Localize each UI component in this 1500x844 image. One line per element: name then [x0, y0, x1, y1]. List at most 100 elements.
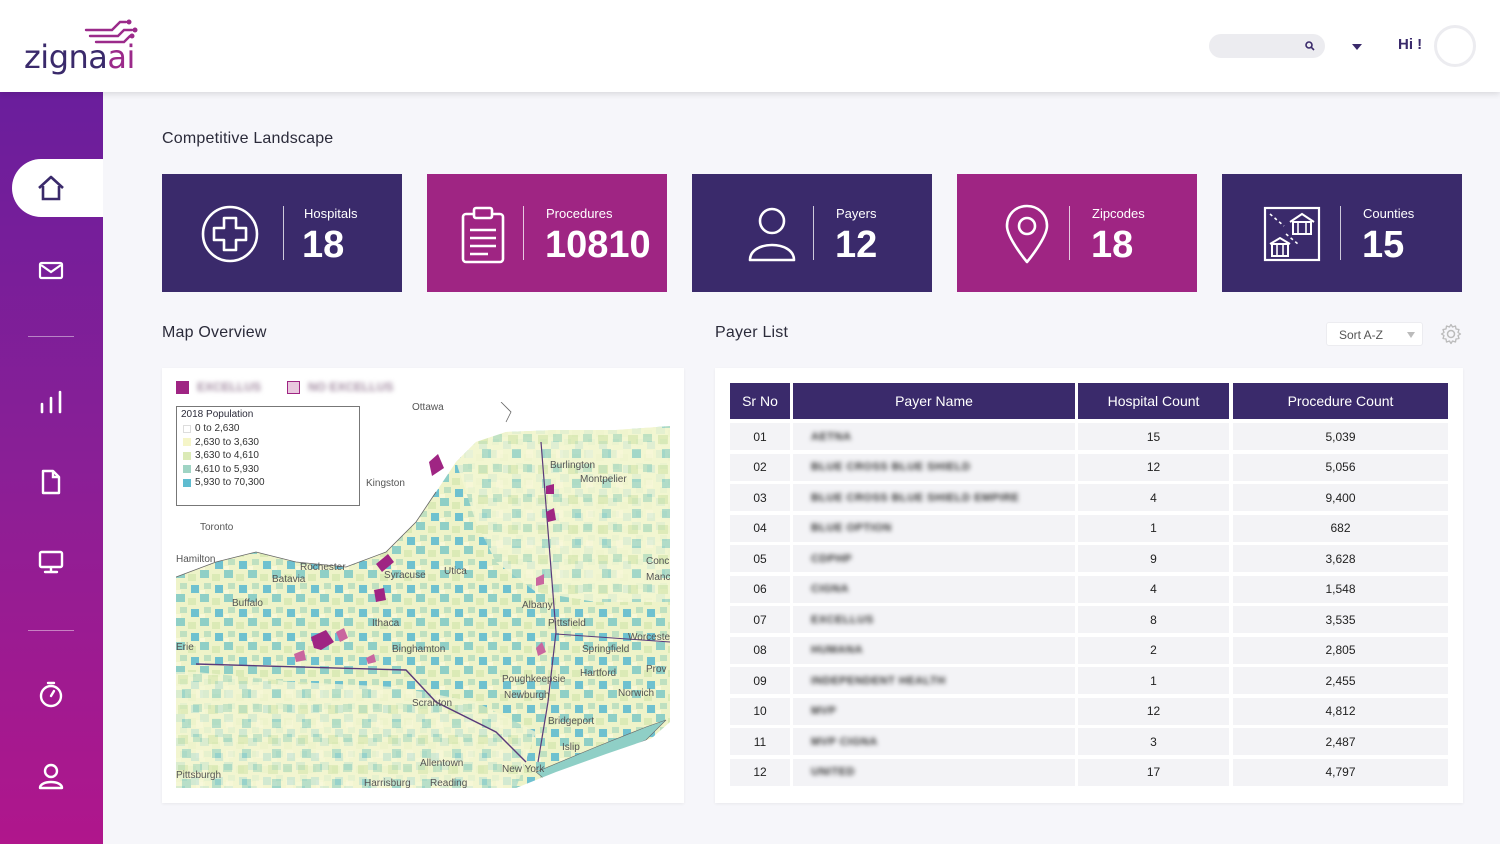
table-row[interactable]: 11 MVP CIGNA 3 2,487: [730, 728, 1448, 755]
cell-sr-no: 01: [730, 423, 790, 450]
column-header-hospital-count[interactable]: Hospital Count: [1078, 383, 1229, 419]
cell-procedure-count-text: 4,797: [1325, 765, 1356, 779]
table-row[interactable]: 04 BLUE OPTION 1 682: [730, 514, 1448, 542]
card-label: Hospitals: [304, 206, 358, 221]
cell-procedure-count: 1,548: [1233, 575, 1448, 603]
zigna-logo[interactable]: zignaai: [24, 18, 144, 76]
payer-table: Sr No Payer Name Hospital Count Procedur…: [715, 368, 1463, 803]
search-input[interactable]: [1209, 34, 1325, 58]
user-icon: [748, 207, 796, 262]
cell-payer-name-text: MVP: [811, 705, 837, 717]
cell-hospital-count: 12: [1078, 453, 1229, 481]
map-place-label: Norwich: [618, 688, 655, 699]
sidebar-item-profile[interactable]: [24, 756, 78, 796]
cell-payer-name: AETNA: [793, 423, 1075, 450]
cell-payer-name-text: AETNA: [811, 430, 852, 443]
table-row[interactable]: 08 HUMANA 2 2,805: [730, 636, 1448, 664]
cell-payer-name-text: BLUE OPTION: [811, 522, 892, 534]
cell-sr-no-text: 09: [753, 673, 767, 688]
legend-range-label: 3,630 to 4,610: [195, 450, 259, 462]
cell-payer-name: MVP CIGNA: [793, 728, 1075, 755]
stat-card-payers[interactable]: Payers 12: [692, 174, 932, 292]
map-place-label: Montpelier: [580, 474, 627, 485]
population-legend-row: 2,630 to 3,630: [181, 436, 355, 450]
card-label: Zipcodes: [1092, 206, 1145, 221]
dropdown-caret-icon[interactable]: [1352, 44, 1362, 50]
cell-hospital-count: 4: [1078, 484, 1229, 511]
cell-hospital-count-text: 3: [1150, 734, 1157, 749]
column-header-procedure-count[interactable]: Procedure Count: [1233, 383, 1448, 419]
table-row[interactable]: 01 AETNA 15 5,039: [730, 423, 1448, 450]
sidebar-item-timer[interactable]: [24, 674, 78, 714]
cell-hospital-count: 12: [1078, 697, 1229, 725]
legend-swatch: [176, 380, 189, 394]
sidebar-item-documents[interactable]: [24, 462, 78, 502]
sidebar-item-analytics[interactable]: [24, 382, 78, 422]
stat-card-hospitals[interactable]: Hospitals 18: [162, 174, 402, 292]
card-label: Payers: [836, 206, 877, 221]
card-value: 18: [1091, 224, 1134, 266]
cell-sr-no: 07: [730, 606, 790, 633]
cell-procedure-count: 2,455: [1233, 667, 1448, 694]
column-header-sr-no[interactable]: Sr No: [730, 383, 790, 419]
avatar[interactable]: [1434, 25, 1476, 67]
map-filter-legend: EXCELLUS NO EXCELLUS: [176, 380, 393, 394]
legend-range-label: 4,610 to 5,930: [195, 463, 259, 475]
map-place-label: Batavia: [272, 574, 306, 585]
cell-hospital-count-text: 12: [1146, 704, 1161, 718]
cell-procedure-count-text: 3,535: [1325, 612, 1356, 627]
table-row[interactable]: 10 MVP 12 4,812: [730, 697, 1448, 725]
map-place-label: Ithaca: [372, 618, 400, 629]
cell-sr-no: 09: [730, 667, 790, 694]
card-value: 10810: [545, 224, 651, 266]
sort-label: Sort A-Z: [1339, 328, 1384, 342]
card-separator: [1340, 206, 1341, 260]
cell-hospital-count: 9: [1078, 545, 1229, 572]
document-icon: [41, 469, 61, 495]
map-place-label: Conc: [646, 556, 670, 567]
table-row[interactable]: 12 UNITED 17 4,797: [730, 758, 1448, 786]
sidebar-item-messages[interactable]: [24, 250, 78, 290]
cell-payer-name-text: CIGNA: [811, 583, 849, 595]
column-header-payer-name[interactable]: Payer Name: [793, 383, 1075, 419]
top-header: zignaai Hi !: [0, 0, 1500, 92]
sidebar-item-monitor[interactable]: [24, 542, 78, 582]
cell-procedure-count-text: 3,628: [1325, 551, 1356, 566]
map-section-title: Map Overview: [162, 324, 267, 341]
cell-payer-name-text: EXCELLUS: [811, 613, 874, 626]
legend-label[interactable]: EXCELLUS: [197, 380, 261, 394]
stat-card-zipcodes[interactable]: Zipcodes 18: [957, 174, 1197, 292]
map-place-label: Springfield: [582, 644, 630, 655]
sidebar-item-home[interactable]: [24, 168, 78, 208]
cell-procedure-count: 3,535: [1233, 606, 1448, 633]
card-label: Counties: [1363, 206, 1415, 221]
map-panel: EXCELLUS NO EXCELLUS 2018 Population 0 t…: [162, 368, 684, 803]
county-map-icon: [1263, 206, 1321, 262]
card-label: Procedures: [546, 206, 613, 221]
gear-icon[interactable]: [1440, 323, 1462, 345]
table-row[interactable]: 05 CDPHP 9 3,628: [730, 545, 1448, 572]
table-row[interactable]: 02 BLUE CROSS BLUE SHIELD 12 5,056: [730, 453, 1448, 481]
map-place-label: Ottawa: [412, 402, 444, 413]
sidebar-divider: [28, 336, 74, 337]
cell-payer-name: HUMANA: [793, 636, 1075, 664]
sort-dropdown[interactable]: Sort A-Z: [1326, 322, 1423, 346]
cell-sr-no: 02: [730, 453, 790, 481]
legend-swatch: [183, 438, 191, 447]
stat-card-counties[interactable]: Counties 15: [1222, 174, 1462, 292]
search-icon[interactable]: [1304, 40, 1316, 52]
sidebar: [0, 92, 103, 844]
cell-sr-no-text: 03: [753, 490, 767, 505]
stat-card-procedures[interactable]: Procedures 10810: [427, 174, 667, 292]
table-row[interactable]: 06 CIGNA 4 1,548: [730, 575, 1448, 603]
cell-procedure-count-text: 2,487: [1325, 734, 1356, 749]
cell-hospital-count-text: 8: [1150, 612, 1157, 627]
table-row[interactable]: 09 INDEPENDENT HEALTH 1 2,455: [730, 667, 1448, 694]
cell-procedure-count: 3,628: [1233, 545, 1448, 572]
table-row[interactable]: 07 EXCELLUS 8 3,535: [730, 606, 1448, 633]
cell-sr-no-text: 01: [753, 429, 767, 444]
legend-label[interactable]: NO EXCELLUS: [308, 380, 393, 394]
cell-sr-no-text: 07: [753, 612, 767, 627]
table-row[interactable]: 03 BLUE CROSS BLUE SHIELD EMPIRE 4 9,400: [730, 484, 1448, 511]
cell-payer-name-text: INDEPENDENT HEALTH: [811, 674, 946, 687]
